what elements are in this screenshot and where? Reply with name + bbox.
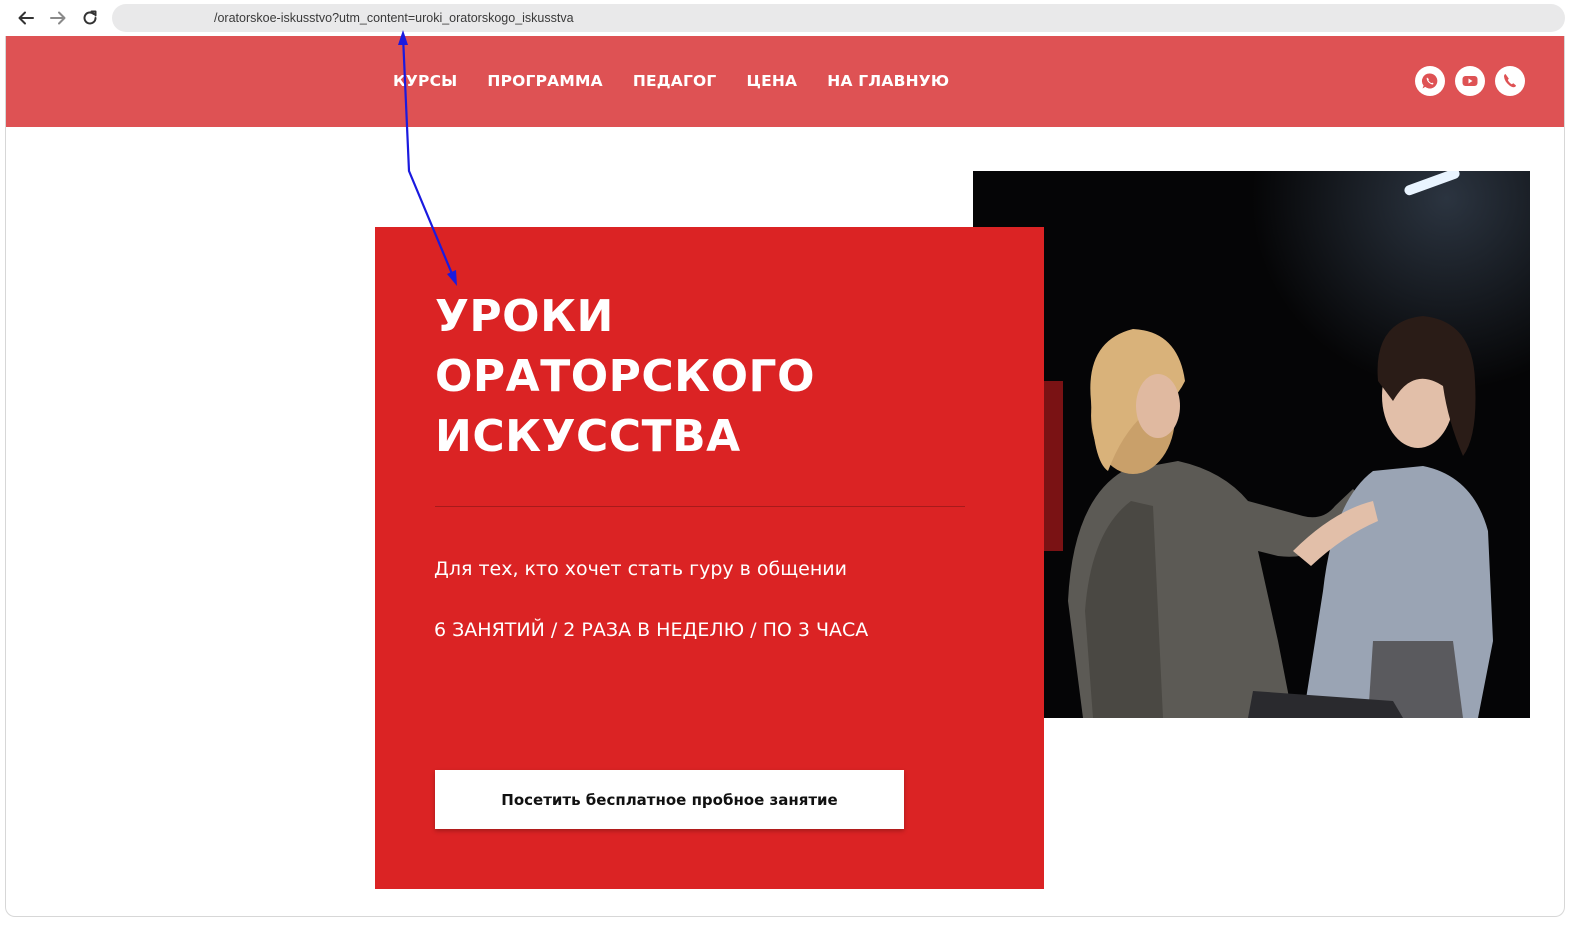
phone-button[interactable] [1495, 66, 1525, 96]
reload-icon [83, 10, 97, 25]
nav-link-price[interactable]: ЦЕНА [747, 72, 798, 90]
back-arrow-icon [18, 11, 34, 25]
youtube-icon [1462, 76, 1478, 86]
reload-button[interactable] [78, 6, 102, 30]
whatsapp-button[interactable] [1415, 66, 1445, 96]
nav-link-courses[interactable]: КУРСЫ [393, 72, 457, 90]
hero-subtitle: Для тех, кто хочет стать гуру в общении [434, 558, 847, 580]
site-header: КУРСЫ ПРОГРАММА ПЕДАГОГ ЦЕНА НА ГЛАВНУЮ [6, 36, 1564, 127]
youtube-button[interactable] [1455, 66, 1485, 96]
hero-title-line: УРОКИ [435, 291, 614, 342]
free-trial-button[interactable]: Посетить бесплатное пробное занятие [435, 770, 904, 829]
hero-card: УРОКИ ОРАТОРСКОГО ИСКУССТВА Для тех, кто… [375, 227, 1044, 889]
phone-icon [1504, 74, 1516, 88]
hero-title-line: ОРАТОРСКОГО [435, 351, 815, 402]
address-bar[interactable]: /oratorskoe-iskusstvo?utm_content=uroki_… [112, 4, 1565, 32]
hero-title: УРОКИ ОРАТОРСКОГО ИСКУССТВА [435, 287, 815, 467]
nav-link-home[interactable]: НА ГЛАВНУЮ [827, 72, 949, 90]
nav-link-program[interactable]: ПРОГРАММА [487, 72, 602, 90]
back-button[interactable] [14, 6, 38, 30]
nav-link-teacher[interactable]: ПЕДАГОГ [633, 72, 717, 90]
forward-arrow-icon [50, 11, 66, 25]
hero-title-line: ИСКУССТВА [435, 411, 741, 462]
page-viewport: КУРСЫ ПРОГРАММА ПЕДАГОГ ЦЕНА НА ГЛАВНУЮ [5, 36, 1565, 917]
hero-photo-image [973, 171, 1530, 718]
hero-schedule: 6 ЗАНЯТИЙ / 2 РАЗА В НЕДЕЛЮ / ПО 3 ЧАСА [434, 619, 869, 641]
url-text: /oratorskoe-iskusstvo?utm_content=uroki_… [214, 11, 574, 25]
browser-toolbar: /oratorskoe-iskusstvo?utm_content=uroki_… [0, 0, 1575, 36]
main-navigation: КУРСЫ ПРОГРАММА ПЕДАГОГ ЦЕНА НА ГЛАВНУЮ [393, 72, 949, 90]
whatsapp-icon [1422, 73, 1438, 89]
forward-button[interactable] [46, 6, 70, 30]
hero-divider [435, 506, 965, 507]
hero-photo [973, 171, 1530, 718]
